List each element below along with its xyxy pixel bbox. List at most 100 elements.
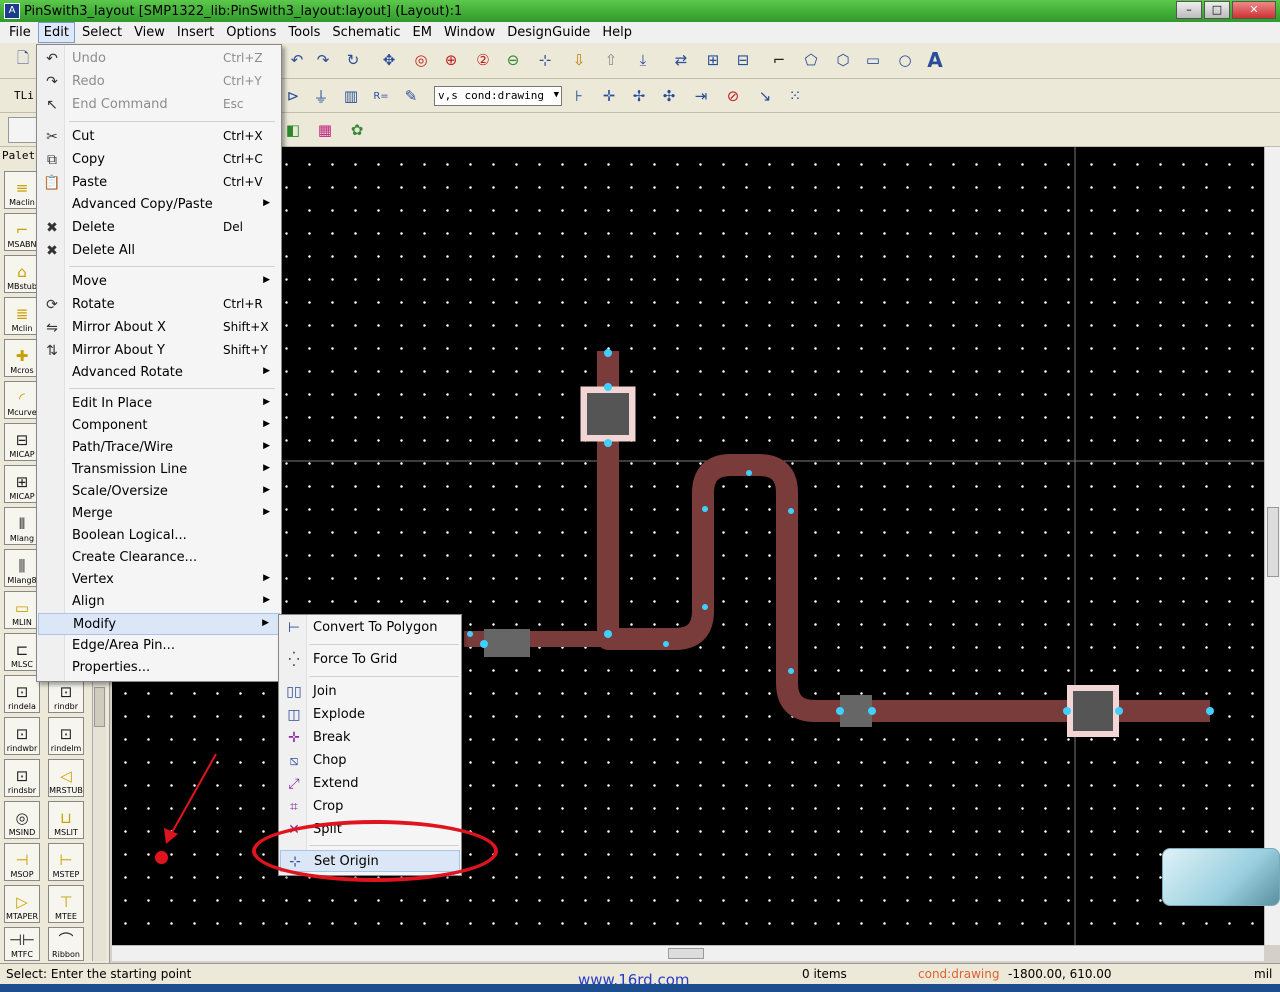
menu-item-create-clearance[interactable]: Create Clearance...: [38, 547, 280, 569]
menu-item-redo[interactable]: ↷ Redo Ctrl+Y: [38, 71, 280, 93]
horizontal-scroll-thumb[interactable]: [668, 948, 704, 959]
menu-insert[interactable]: Insert: [172, 23, 219, 42]
vertical-scrollbar[interactable]: [1264, 147, 1280, 945]
text-icon[interactable]: A: [922, 47, 948, 73]
palette-item[interactable]: ⊞ MICAP: [4, 465, 40, 503]
ground-icon[interactable]: ⏚: [308, 83, 334, 109]
polyline-icon[interactable]: ⬡: [830, 47, 856, 73]
drc-icon[interactable]: ✿: [344, 117, 370, 143]
pan-icon[interactable]: ✥: [376, 47, 402, 73]
menu-item-break[interactable]: ✛ Break: [280, 727, 460, 749]
push-into-icon[interactable]: ⇩: [566, 47, 592, 73]
menu-item-properties[interactable]: Properties...: [38, 657, 280, 679]
palette-item[interactable]: ⊡ rindwbr: [4, 717, 40, 755]
snap-midpoint-icon[interactable]: ✢: [626, 83, 652, 109]
layer-combo[interactable]: v,s cond:drawing ▼: [434, 86, 562, 106]
menu-file[interactable]: File: [4, 23, 36, 42]
3d-view-icon[interactable]: ◧: [280, 117, 306, 143]
palette-item[interactable]: ⊔ MSLIT: [48, 801, 84, 839]
layer-field[interactable]: TLi: [14, 89, 34, 102]
resistor-value-icon[interactable]: R=: [368, 83, 394, 109]
menu-item-crop[interactable]: ⌗ Crop: [280, 796, 460, 818]
menu-item-component[interactable]: Component ▶: [38, 415, 280, 437]
palette-item[interactable]: ⊏ MLSC: [4, 633, 40, 671]
menu-window[interactable]: Window: [439, 23, 500, 42]
rectangle-icon[interactable]: ▭: [860, 47, 886, 73]
palette-item[interactable]: ≣ Mclin: [4, 297, 40, 335]
align-icon[interactable]: ⊞: [700, 47, 726, 73]
menu-em[interactable]: EM: [408, 23, 437, 42]
port-icon[interactable]: ⊳: [280, 83, 306, 109]
zoom-in-icon[interactable]: ⊕: [438, 47, 464, 73]
new-document-icon[interactable]: 🗋: [10, 47, 36, 73]
menu-edit[interactable]: Edit: [37, 22, 75, 43]
pencil-icon[interactable]: ✎: [398, 83, 424, 109]
palette-item[interactable]: ⌐ MSABN: [4, 213, 40, 251]
palette-item[interactable]: ⊡ rindsbr: [4, 759, 40, 797]
vertical-scroll-thumb[interactable]: [1267, 507, 1279, 577]
move-component-icon[interactable]: ⇄: [668, 47, 694, 73]
menu-item-transmission-line[interactable]: Transmission Line ▶: [38, 459, 280, 481]
distribute-icon[interactable]: ⊟: [730, 47, 756, 73]
palette-item[interactable]: ⌒ Ribbon: [48, 927, 84, 961]
snap-vertex-icon[interactable]: ✛: [596, 83, 622, 109]
layer-colors-icon[interactable]: ▦: [312, 117, 338, 143]
maximize-button[interactable]: □: [1204, 1, 1230, 19]
menu-select[interactable]: Select: [77, 23, 127, 42]
menu-item-modify[interactable]: Modify ▶: [38, 613, 280, 635]
menu-item-move[interactable]: Move ▶: [38, 271, 280, 293]
menu-item-delete[interactable]: ✖ Delete Del: [38, 217, 280, 239]
menu-item-advanced-copy-paste[interactable]: Advanced Copy/Paste ▶: [38, 194, 280, 216]
menu-item-delete-all[interactable]: ✖ Delete All: [38, 240, 280, 262]
bar-chart-icon[interactable]: ▥: [338, 83, 364, 109]
menu-item-explode[interactable]: ◫ Explode: [280, 704, 460, 726]
palette-item[interactable]: ◎ MSIND: [4, 801, 40, 839]
snap-point-icon[interactable]: ⊹: [532, 47, 558, 73]
palette-item[interactable]: ◜ Mcurve: [4, 381, 40, 419]
menu-item-rotate[interactable]: ⟳ Rotate Ctrl+R: [38, 294, 280, 316]
palette-item[interactable]: ▭ MLIN: [4, 591, 40, 629]
trace-icon[interactable]: ⌐: [766, 47, 792, 73]
palette-item[interactable]: ⫼ Mlang8: [4, 549, 40, 587]
menu-item-undo[interactable]: ↶ Undo Ctrl+Z: [38, 48, 280, 70]
palette-item[interactable]: ⫴ Mlang: [4, 507, 40, 545]
palette-item[interactable]: ✚ Mcros: [4, 339, 40, 377]
menu-help[interactable]: Help: [597, 23, 637, 42]
menu-item-cut[interactable]: ✂ Cut Ctrl+X: [38, 126, 280, 148]
push-all-icon[interactable]: ⤓: [630, 47, 656, 73]
minimize-button[interactable]: –: [1176, 1, 1202, 19]
menu-item-advanced-rotate[interactable]: Advanced Rotate ▶: [38, 362, 280, 384]
menu-item-end-command[interactable]: ↖ End Command Esc: [38, 94, 280, 116]
snap-pin-icon[interactable]: ⊦: [566, 83, 592, 109]
zoom-out-icon[interactable]: ⊖: [500, 47, 526, 73]
palette-item[interactable]: ⊢ MSTEP: [48, 843, 84, 881]
repeat-icon[interactable]: ↻: [340, 47, 366, 73]
menu-tools[interactable]: Tools: [283, 23, 325, 42]
palette-item[interactable]: ⊣⊢ MTFC: [4, 927, 40, 961]
menu-item-join[interactable]: ▯▯ Join: [280, 681, 460, 703]
menu-item-edge-area-pin[interactable]: Edge/Area Pin...: [38, 635, 280, 657]
menu-item-scale-oversize[interactable]: Scale/Oversize ▶: [38, 481, 280, 503]
palette-item[interactable]: ≡ Maclin: [4, 171, 40, 209]
menu-options[interactable]: Options: [221, 23, 281, 42]
menu-item-extend[interactable]: ⤢ Extend: [280, 773, 460, 795]
menu-item-boolean-logical[interactable]: Boolean Logical...: [38, 525, 280, 547]
palette-item[interactable]: ⌂ MBstub: [4, 255, 40, 293]
menu-item-mirror-x[interactable]: ⇋ Mirror About X Shift+X: [38, 317, 280, 339]
snap-center-icon[interactable]: ⇥: [688, 83, 714, 109]
menu-view[interactable]: View: [129, 23, 170, 42]
palette-item[interactable]: ◁ MRSTUB: [48, 759, 84, 797]
polygon-icon[interactable]: ⬠: [798, 47, 824, 73]
palette-item[interactable]: ⊡ rindelm: [48, 717, 84, 755]
horizontal-scrollbar[interactable]: [112, 945, 1264, 961]
palette-item[interactable]: ▷ MTAPER: [4, 885, 40, 923]
snap-arc-icon[interactable]: ⊘: [720, 83, 746, 109]
menu-item-mirror-y[interactable]: ⇅ Mirror About Y Shift+Y: [38, 340, 280, 362]
redo-tool-icon[interactable]: ↷: [310, 47, 336, 73]
menu-item-chop[interactable]: ⧅ Chop: [280, 750, 460, 772]
palette-scroll-thumb[interactable]: [94, 687, 105, 727]
close-button[interactable]: ✕: [1232, 1, 1276, 19]
menu-item-edit-in-place[interactable]: Edit In Place ▶: [38, 393, 280, 415]
pop-out-icon[interactable]: ⇧: [598, 47, 624, 73]
menu-item-force-to-grid[interactable]: ⁛ Force To Grid: [280, 649, 460, 671]
